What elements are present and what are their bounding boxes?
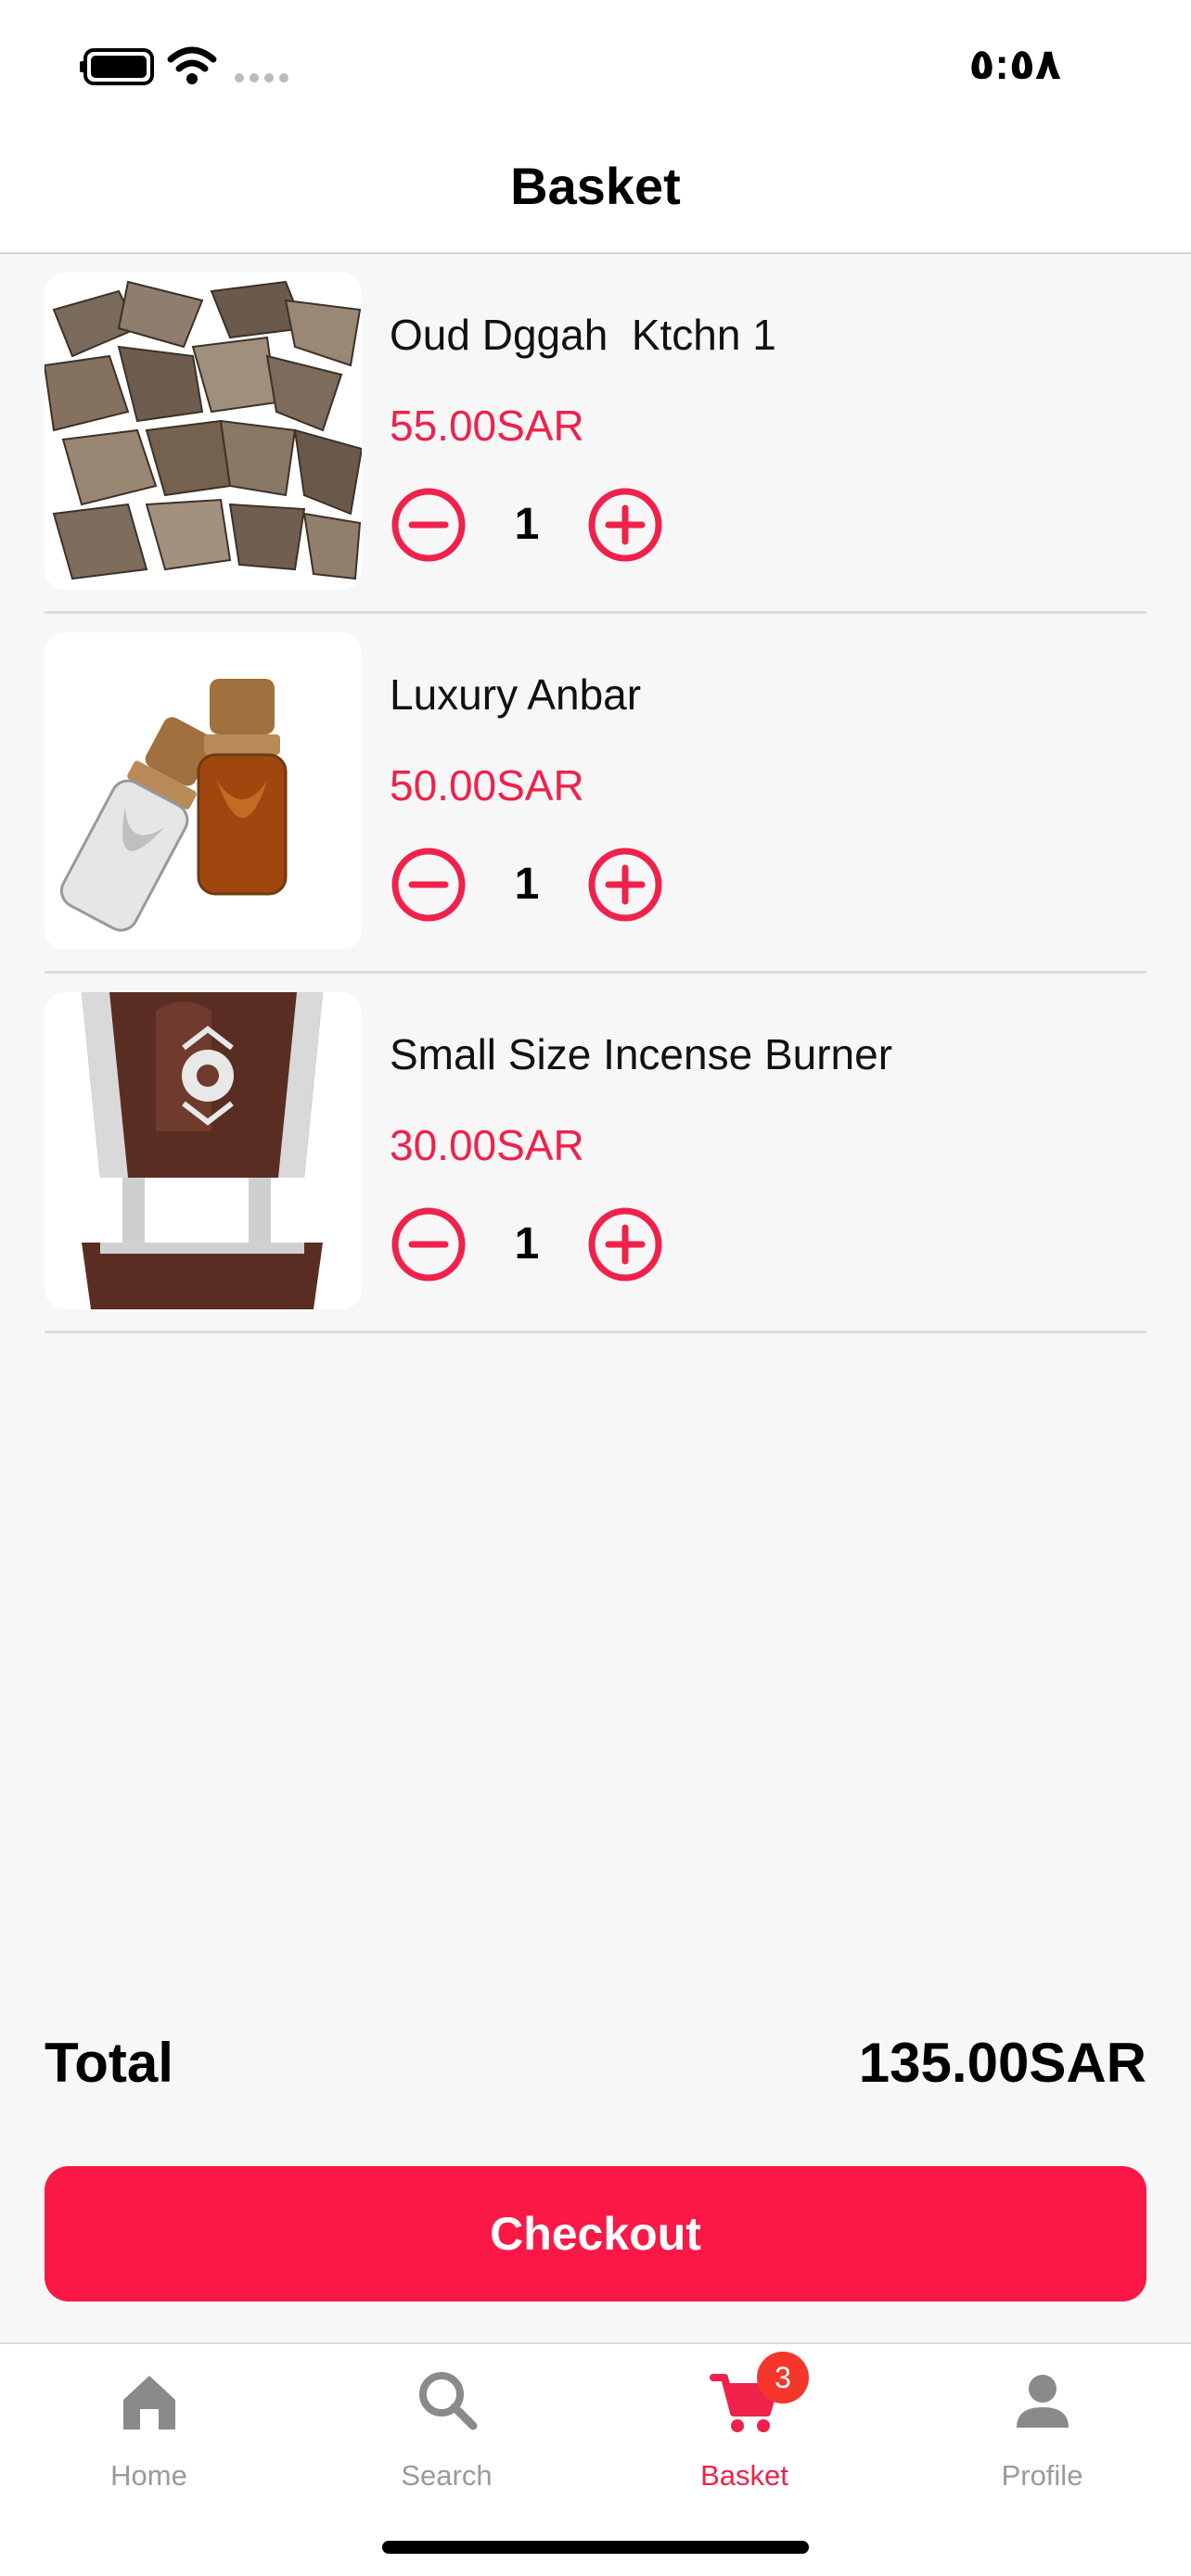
basket-item: Small Size Incense Burner 30.00SAR 1: [45, 974, 1146, 1333]
quantity-value: 1: [514, 500, 540, 549]
increase-quantity-button[interactable]: [586, 1205, 664, 1283]
item-name: Small Size Incense Burner: [390, 1030, 893, 1078]
increase-quantity-button[interactable]: [586, 846, 664, 924]
decrease-quantity-button[interactable]: [390, 846, 467, 924]
wifi-icon: [167, 46, 217, 84]
tab-label: Search: [401, 2459, 493, 2492]
tab-search[interactable]: Search: [298, 2344, 596, 2493]
basket-item: Oud Dggah Ktchn 1 55.00SAR 1: [45, 254, 1146, 614]
tab-home[interactable]: Home: [0, 2344, 298, 2493]
basket-count-badge: 3: [757, 2352, 809, 2404]
profile-icon: [1016, 2375, 1069, 2428]
search-icon: [418, 2372, 477, 2430]
status-bar: ٥:٥٨: [0, 0, 1191, 135]
increase-quantity-button[interactable]: [586, 486, 664, 564]
tab-label: Profile: [1001, 2459, 1083, 2492]
item-price: 30.00SAR: [390, 1121, 584, 1169]
total-value: 135.00SAR: [858, 2032, 1146, 2094]
quantity-value: 1: [514, 1219, 540, 1269]
tab-profile[interactable]: Profile: [893, 2344, 1191, 2493]
total-label: Total: [45, 2032, 173, 2094]
checkout-button[interactable]: Checkout: [45, 2166, 1146, 2302]
tab-label: Home: [110, 2459, 187, 2492]
battery-icon: [80, 48, 154, 85]
tab-label: Basket: [700, 2459, 788, 2492]
basket-item: Luxury Anbar 50.00SAR 1: [45, 614, 1146, 974]
product-image-incense-burner: [45, 992, 362, 1309]
page-title: Basket: [510, 156, 681, 215]
product-image-oud: [45, 273, 362, 590]
item-price: 50.00SAR: [390, 761, 584, 810]
item-name: Luxury Anbar: [390, 670, 642, 719]
decrease-quantity-button[interactable]: [390, 1205, 467, 1283]
status-time: ٥:٥٨: [968, 40, 1061, 88]
item-name: Oud Dggah Ktchn 1: [390, 311, 776, 359]
nav-header: Basket: [0, 135, 1191, 254]
home-icon: [122, 2376, 175, 2429]
decrease-quantity-button[interactable]: [390, 486, 467, 564]
item-price: 55.00SAR: [390, 402, 584, 450]
product-image-anbar: [45, 632, 362, 950]
quantity-value: 1: [514, 860, 540, 909]
home-indicator: [382, 2541, 809, 2554]
signal-dots-icon: [235, 73, 288, 83]
tab-basket[interactable]: Basket: [596, 2344, 893, 2493]
